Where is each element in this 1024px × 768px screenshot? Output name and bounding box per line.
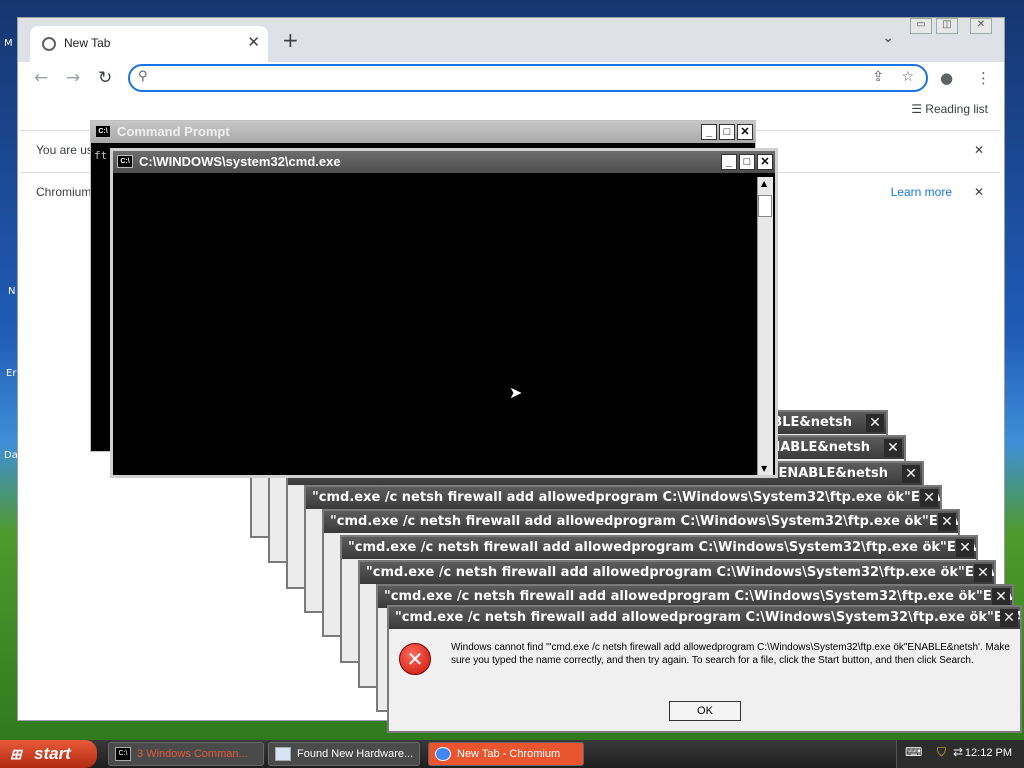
desktop-icon-label[interactable]: N <box>8 286 15 297</box>
omnibox[interactable]: ⚲ ⇪ ☆ <box>128 64 928 92</box>
reading-list-icon: ☰ <box>911 102 926 116</box>
dialog-title-bar[interactable]: "cmd.exe /c netsh firewall add allowedpr… <box>360 562 994 584</box>
dialog-title: "cmd.exe /c netsh firewall add allowedpr… <box>384 589 1012 604</box>
close-window-button[interactable]: ✕ <box>970 18 992 34</box>
shield-icon[interactable]: ⛉ <box>937 745 946 760</box>
share-icon[interactable]: ⇪ <box>872 69 884 85</box>
taskbar-item-cmd[interactable]: C:\ 3 Windows Comman... <box>108 742 264 766</box>
scrollbar[interactable]: ▲ ▼ <box>757 177 773 475</box>
desktop-icon-label[interactable]: Da <box>4 450 18 461</box>
close-button[interactable]: ✕ <box>902 465 920 483</box>
close-tab-icon[interactable]: ✕ <box>247 33 260 51</box>
bookmark-star-icon[interactable]: ☆ <box>901 69 914 85</box>
dialog-title-bar[interactable]: "cmd.exe /c netsh firewall add allowedpr… <box>342 537 976 559</box>
close-button[interactable]: ✕ <box>956 539 974 557</box>
window-icon <box>275 747 291 761</box>
scroll-up-icon[interactable]: ▲ <box>761 179 767 188</box>
tab-new-tab[interactable]: New Tab ✕ <box>30 26 268 62</box>
close-button[interactable]: ✕ <box>737 124 753 140</box>
system-tray: ⌨ ⛉ ⇄ 12:12 PM <box>896 740 1024 768</box>
infobar-text: You are us <box>36 143 93 157</box>
dialog-title: "cmd.exe /c netsh firewall add allowedpr… <box>366 565 994 580</box>
tab-search-chevron-icon[interactable]: ⌄ <box>882 30 894 46</box>
dialog-title-bar[interactable]: "cmd.exe /c netsh firewall add allowedpr… <box>389 607 1020 629</box>
forward-button[interactable]: → <box>66 68 80 88</box>
close-button[interactable]: ✕ <box>884 439 902 457</box>
search-icon: ⚲ <box>138 69 148 84</box>
maximize-button[interactable]: □ <box>719 124 735 140</box>
taskbar-item-label: New Tab - Chromium <box>457 748 561 760</box>
minimize-button[interactable]: _ <box>701 124 717 140</box>
tab-title: New Tab <box>64 36 111 50</box>
cmd-icon: C:\ <box>95 125 111 138</box>
dialog-title: "cmd.exe /c netsh firewall add allowedpr… <box>312 490 940 505</box>
scroll-down-icon[interactable]: ▼ <box>761 464 767 473</box>
taskbar-item-chromium[interactable]: New Tab - Chromium <box>428 742 584 766</box>
cmd-icon: C:\ <box>117 155 133 168</box>
minimize-button[interactable]: _ <box>721 154 737 170</box>
close-icon[interactable]: ✕ <box>974 185 984 199</box>
dialog-title-bar[interactable]: "cmd.exe /c netsh firewall add allowedpr… <box>324 511 958 533</box>
taskbar: ⊞ start C:\ 3 Windows Comman... Found Ne… <box>0 740 1024 768</box>
close-button[interactable]: ✕ <box>938 513 956 531</box>
learn-more-link[interactable]: Learn more <box>891 185 952 199</box>
profile-avatar-icon[interactable]: ● <box>940 69 953 87</box>
close-button[interactable]: ✕ <box>920 489 938 507</box>
menu-kebab-icon[interactable]: ⋮ <box>976 69 991 87</box>
taskbar-item-hardware[interactable]: Found New Hardware... <box>268 742 420 766</box>
error-message: Windows cannot find '"cmd.exe /c netsh f… <box>451 642 1010 666</box>
dialog-title: "cmd.exe /c netsh firewall add allowedpr… <box>395 610 1020 625</box>
keyboard-icon[interactable]: ⌨ <box>905 745 922 759</box>
desktop-icon-label[interactable]: Er <box>6 368 16 379</box>
console-text: ft <box>94 149 108 162</box>
dialog-title-bar[interactable]: "cmd.exe /c netsh firewall add allowedpr… <box>306 487 940 509</box>
title-bar[interactable]: C:\ Command Prompt _ □ ✕ <box>91 121 755 143</box>
desktop-icon-label[interactable]: M <box>4 38 13 49</box>
start-button[interactable]: ⊞ start <box>0 740 97 768</box>
dialog-title: "cmd.exe /c netsh firewall add allowedpr… <box>330 514 958 529</box>
mouse-cursor-icon: ➤ <box>509 383 523 402</box>
minimize-button[interactable]: ▭ <box>910 18 932 34</box>
ok-button[interactable]: OK <box>669 701 741 721</box>
tab-strip: New Tab ✕ + ⌄ ▭ ◫ ✕ <box>18 18 1004 62</box>
reading-list-button[interactable]: ☰ Reading list <box>911 102 988 116</box>
close-button[interactable]: ✕ <box>866 414 884 432</box>
restore-button[interactable]: ◫ <box>936 18 958 34</box>
close-button[interactable]: ✕ <box>757 154 773 170</box>
title-bar[interactable]: C:\ C:\WINDOWS\system32\cmd.exe _ □ ✕ <box>113 151 775 173</box>
dialog-title: "cmd.exe /c netsh firewall add allowedpr… <box>348 540 976 555</box>
window-title: Command Prompt <box>117 124 230 139</box>
chromium-icon <box>435 747 451 761</box>
network-icon[interactable]: ⇄ <box>953 745 963 759</box>
start-label: start <box>34 744 71 763</box>
taskbar-item-label: Found New Hardware... <box>297 748 414 760</box>
clock[interactable]: 12:12 PM <box>965 747 1012 759</box>
windows-flag-icon: ⊞ <box>10 746 22 762</box>
cmd-icon: C:\ <box>115 747 131 761</box>
cmd-window[interactable]: C:\ C:\WINDOWS\system32\cmd.exe _ □ ✕ ▲ … <box>110 148 778 478</box>
close-icon[interactable]: ✕ <box>974 143 984 157</box>
back-button[interactable]: ← <box>34 68 48 88</box>
new-tab-button[interactable]: + <box>282 28 299 52</box>
close-button[interactable]: ✕ <box>1000 609 1018 627</box>
window-title: C:\WINDOWS\system32\cmd.exe <box>139 154 341 169</box>
close-button[interactable]: ✕ <box>974 564 992 582</box>
error-dialog-front[interactable]: "cmd.exe /c netsh firewall add allowedpr… <box>387 605 1022 733</box>
reading-list-label: Reading list <box>925 102 988 116</box>
maximize-button[interactable]: □ <box>739 154 755 170</box>
infobar-text: Chromium <box>36 185 92 199</box>
scroll-thumb[interactable] <box>758 195 772 217</box>
error-icon: ✕ <box>399 643 431 675</box>
globe-icon <box>42 37 56 51</box>
taskbar-item-label: 3 Windows Comman... <box>137 748 248 760</box>
close-button[interactable]: ✕ <box>992 588 1010 606</box>
reload-button[interactable]: ↻ <box>98 68 112 88</box>
